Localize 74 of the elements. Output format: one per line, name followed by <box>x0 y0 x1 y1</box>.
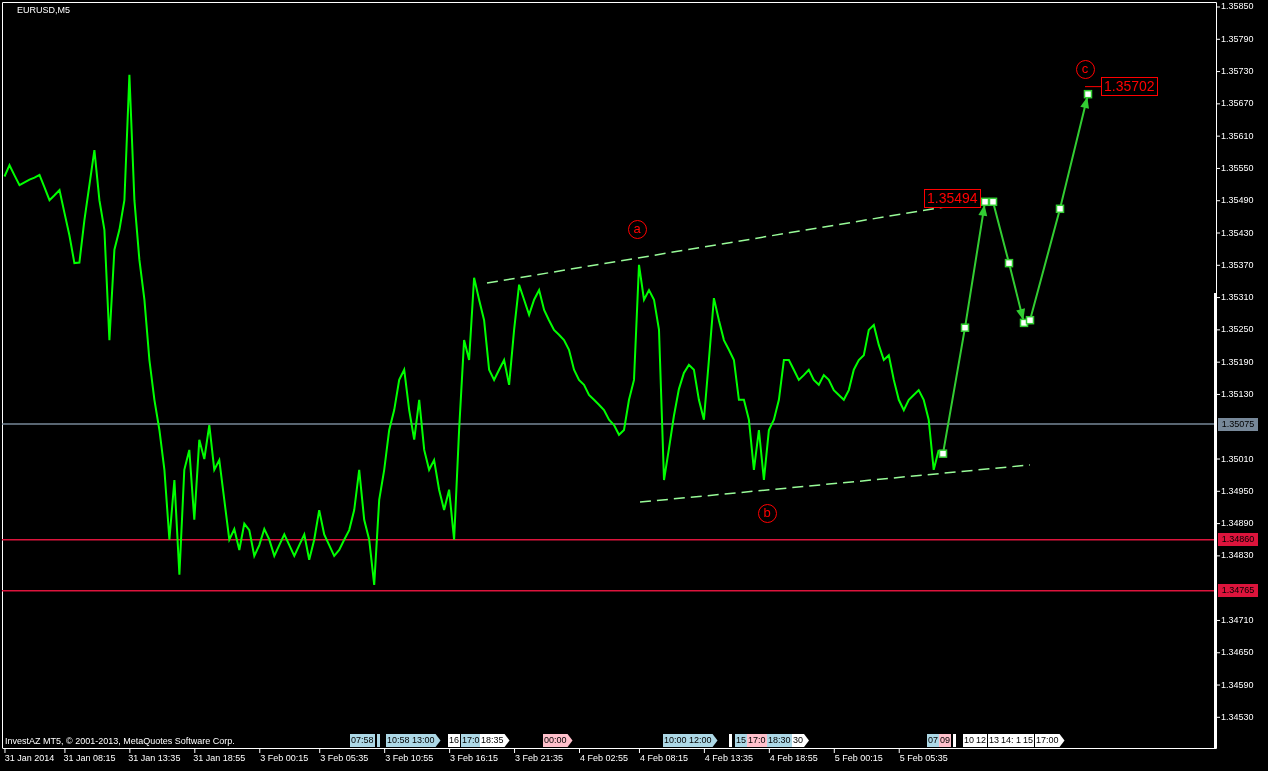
axis-label: 1.35670 <box>1221 98 1254 110</box>
price-tag: 1.34860 <box>1218 533 1258 547</box>
event-tag: 00:00 <box>543 734 573 747</box>
square-marker-icon <box>960 323 970 332</box>
axis-label: 1.35490 <box>1221 195 1254 207</box>
event-tag: 12:00 <box>688 734 718 747</box>
event-tag: 15 <box>1022 734 1034 747</box>
axis-label: 3 Feb 00:15 <box>260 752 309 764</box>
axis-label: 1.35430 <box>1221 227 1254 239</box>
chart-title: EURUSD,M5 <box>17 4 70 16</box>
axis-label: 1.35610 <box>1221 130 1254 142</box>
axis-label: 31 Jan 18:55 <box>193 752 246 764</box>
axis-label: 31 Jan 2014 <box>4 752 55 764</box>
event-tag: 07 <box>927 734 939 747</box>
leader-line <box>1084 86 1102 88</box>
square-marker-icon <box>1083 89 1093 99</box>
axis-label: 1.35790 <box>1221 33 1254 45</box>
square-marker-icon <box>1004 258 1014 268</box>
event-tag: 18:30 <box>767 734 792 747</box>
axis-label: 4 Feb 08:15 <box>639 752 688 764</box>
axis-label: 1.35250 <box>1221 324 1254 336</box>
axis-label: 31 Jan 08:15 <box>63 752 116 764</box>
price-label: 1.35494 <box>924 189 981 209</box>
axis-label: 3 Feb 05:35 <box>320 752 369 764</box>
event-tag: 13 <box>988 734 1000 747</box>
axis-label: 1.35310 <box>1221 292 1254 304</box>
event-tag: 16 <box>448 734 460 747</box>
axis-label: 1.35550 <box>1221 162 1254 174</box>
axis-label: 4 Feb 18:55 <box>769 752 818 764</box>
axis-label: 4 Feb 13:35 <box>704 752 753 764</box>
axis-label: 1.35730 <box>1221 66 1254 78</box>
copyright-text: InvestAZ MT5, © 2001-2013, MetaQuotes Software Corp. <box>5 735 235 747</box>
axis-label: 1.35370 <box>1221 259 1254 271</box>
event-tag: 14: <box>1000 734 1015 747</box>
axis-label: 5 Feb 00:15 <box>834 752 883 764</box>
price-label: 1.35702 <box>1101 77 1158 97</box>
event-tag: 17:0 <box>747 734 767 747</box>
axis-label: 1.34950 <box>1221 485 1254 497</box>
event-tag: 18:35 <box>480 734 510 747</box>
event-tag: 17:0 <box>461 734 481 747</box>
event-tag: 10:00 <box>663 734 688 747</box>
square-marker-icon <box>1025 315 1035 325</box>
event-tag: 30 <box>792 734 809 747</box>
event-tag: 10 <box>963 734 975 747</box>
axis-label: 1.35850 <box>1221 1 1254 13</box>
event-tag: 10:58 <box>386 734 411 747</box>
axis-label: 1.34590 <box>1221 679 1254 691</box>
price-tag: 1.35075 <box>1218 417 1258 431</box>
square-marker-icon <box>938 449 948 458</box>
axis-label: 31 Jan 13:35 <box>128 752 181 764</box>
axis-label: 1.34530 <box>1221 711 1254 723</box>
axis-label: 1.35010 <box>1221 453 1254 465</box>
event-tag: 17:00 <box>1035 734 1065 747</box>
axis-label: 1.34650 <box>1221 647 1254 659</box>
event-tag: 07:58 <box>350 734 375 747</box>
event-tag: 13:00 <box>411 734 441 747</box>
square-marker-icon <box>988 197 998 207</box>
axis-label: 1.34890 <box>1221 518 1254 530</box>
axis-label: 3 Feb 16:15 <box>450 752 499 764</box>
event-tag: 1 <box>1015 734 1022 747</box>
square-marker-icon <box>980 197 990 207</box>
square-marker-icon <box>1055 204 1065 214</box>
axis-label: 1.35130 <box>1221 388 1254 400</box>
event-tag: 15 <box>735 734 747 747</box>
axis-label: 1.34710 <box>1221 614 1254 626</box>
price-tag: 1.34765 <box>1218 584 1258 598</box>
axis-label: 3 Feb 10:55 <box>385 752 434 764</box>
axis-label: 1.35190 <box>1221 356 1254 368</box>
axis-label: 5 Feb 05:35 <box>899 752 948 764</box>
event-tag: 09 <box>939 734 951 747</box>
event-tag: 12 <box>975 734 987 747</box>
axis-label: 3 Feb 21:35 <box>515 752 564 764</box>
axis-label: 4 Feb 02:55 <box>580 752 628 764</box>
axis-label: 1.34830 <box>1221 550 1254 562</box>
